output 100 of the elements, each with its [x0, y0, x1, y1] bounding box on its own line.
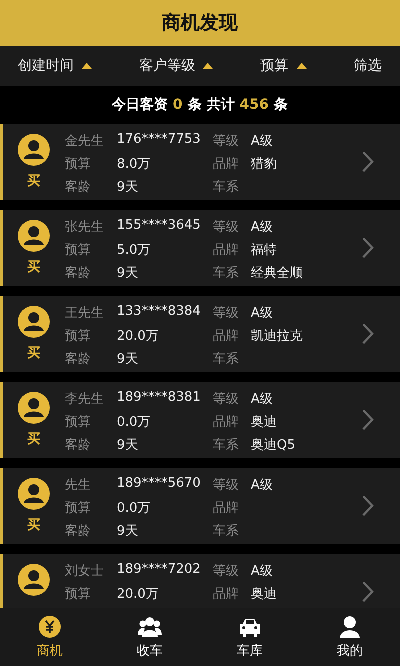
avatar-icon	[18, 478, 50, 510]
chevron-right-icon	[362, 151, 374, 173]
page-title: 商机发现	[162, 11, 238, 36]
sort-arrow-icon	[296, 63, 307, 69]
avatar-icon	[18, 392, 50, 424]
chevron-right-icon	[362, 323, 374, 345]
customer-name: 刘女士	[65, 563, 105, 580]
field-label: 等级	[213, 219, 240, 236]
field-label: 车系	[213, 351, 240, 368]
field-label: 预算	[65, 328, 92, 345]
customer-card[interactable]: 买 张先生 155****3645 等级 A级 预算 5.0万 品牌 福特 客龄 9天 车系 经典全顺	[0, 210, 400, 286]
field-label: 预算	[65, 156, 92, 173]
customer-name: 王先生	[65, 305, 105, 322]
field-label: 客龄	[65, 523, 92, 540]
person-icon	[338, 614, 362, 638]
phone-number: 189****7202	[117, 562, 202, 579]
yen-coin-icon	[38, 614, 62, 638]
avatar-icon	[18, 306, 50, 338]
buy-label: 买	[28, 173, 40, 190]
field-value: 9天	[117, 351, 140, 368]
field-label: 预算	[65, 242, 92, 259]
field-value: 20.0万	[117, 328, 160, 345]
sort-arrow-icon	[82, 63, 92, 69]
field-label: 车系	[213, 523, 240, 540]
phone-number: 189****8381	[117, 390, 202, 407]
field-label: 车系	[213, 437, 240, 454]
customer-name: 金先生	[65, 133, 105, 150]
buy-label: 买	[28, 517, 40, 534]
field-value: 福特	[251, 242, 278, 259]
customer-card[interactable]: 买 金先生 176****7753 等级 A级 预算 8.0万 品牌 猎豹 客龄 9天 车系	[0, 124, 400, 200]
customer-name: 李先生	[65, 391, 105, 408]
avatar-icon	[18, 564, 50, 596]
buy-label: 买	[28, 345, 40, 362]
field-label: 品牌	[213, 242, 240, 259]
phone-number: 133****8384	[117, 304, 202, 321]
field-label: 品牌	[213, 328, 240, 345]
buy-label: 买	[28, 431, 40, 448]
tab-item[interactable]: 车库	[200, 608, 300, 666]
field-value: 9天	[117, 265, 140, 282]
customer-name: 先生	[65, 477, 92, 494]
customer-card[interactable]: 买 王先生 133****8384 等级 A级 预算 20.0万 品牌 凯迪拉克 客龄 9天 车系	[0, 296, 400, 372]
sort-button[interactable]: 预算	[260, 57, 307, 75]
summary-text: 共计	[206, 96, 235, 114]
customer-card[interactable]: 刘女士 189****7202 等级 A级 预算 20.0万 品牌 奥迪	[0, 554, 400, 608]
people-icon	[138, 614, 162, 638]
chevron-right-icon	[362, 581, 374, 603]
field-value: 凯迪拉克	[251, 328, 304, 345]
field-value: 0.0万	[117, 500, 152, 517]
field-value: A级	[251, 391, 274, 408]
summary-text: 条	[274, 96, 288, 114]
phone-number: 176****7753	[117, 132, 202, 149]
field-value: 20.0万	[117, 586, 160, 603]
phone-number: 155****3645	[117, 218, 202, 235]
sort-button[interactable]: 客户等级	[139, 57, 214, 75]
field-label: 客龄	[65, 437, 92, 454]
field-label: 等级	[213, 563, 240, 580]
field-label: 品牌	[213, 414, 240, 431]
field-value: A级	[251, 133, 274, 150]
field-value: 8.0万	[117, 156, 152, 173]
field-value: A级	[251, 477, 274, 494]
field-value: 奥迪	[251, 586, 278, 603]
field-value: 9天	[117, 437, 140, 454]
tab-item[interactable]: 商机	[0, 608, 100, 666]
chevron-right-icon	[362, 495, 374, 517]
field-value: 0.0万	[117, 414, 152, 431]
sort-button[interactable]: 创建时间	[18, 57, 92, 75]
tab-item[interactable]: 收车	[100, 608, 200, 666]
field-value: 猎豹	[251, 156, 278, 173]
avatar-icon	[18, 134, 50, 166]
field-value: 奥迪Q5	[251, 437, 297, 454]
count-text: 0	[173, 97, 183, 113]
field-label: 客龄	[65, 179, 92, 196]
field-label: 预算	[65, 586, 92, 603]
buy-label: 买	[28, 259, 40, 276]
field-value: A级	[251, 305, 274, 322]
customer-card[interactable]: 买 先生 189****5670 等级 A级 预算 0.0万 品牌 客龄 9天 车系	[0, 468, 400, 544]
field-value: A级	[251, 219, 274, 236]
field-label: 等级	[213, 305, 240, 322]
count-text: 456	[240, 97, 269, 113]
sort-arrow-icon	[203, 63, 214, 69]
field-label: 等级	[213, 477, 240, 494]
tab-item[interactable]: 我的	[300, 608, 400, 666]
field-value: 5.0万	[117, 242, 152, 259]
field-label: 品牌	[213, 156, 240, 173]
field-label: 品牌	[213, 586, 240, 603]
chevron-right-icon	[362, 409, 374, 431]
field-value: 9天	[117, 179, 140, 196]
field-value: 9天	[117, 523, 140, 540]
field-label: 车系	[213, 179, 240, 196]
field-label: 客龄	[65, 351, 92, 368]
field-value: A级	[251, 563, 274, 580]
customer-card[interactable]: 买 李先生 189****8381 等级 A级 预算 0.0万 品牌 奥迪 客龄 9天 车系 奥迪Q5	[0, 382, 400, 458]
field-label: 预算	[65, 500, 92, 517]
field-label: 品牌	[213, 500, 240, 517]
filter-button[interactable]: 筛选	[354, 57, 382, 75]
phone-number: 189****5670	[117, 476, 202, 493]
customer-name: 张先生	[65, 219, 105, 236]
field-label: 预算	[65, 414, 92, 431]
field-label: 等级	[213, 391, 240, 408]
field-value: 经典全顺	[251, 265, 304, 282]
